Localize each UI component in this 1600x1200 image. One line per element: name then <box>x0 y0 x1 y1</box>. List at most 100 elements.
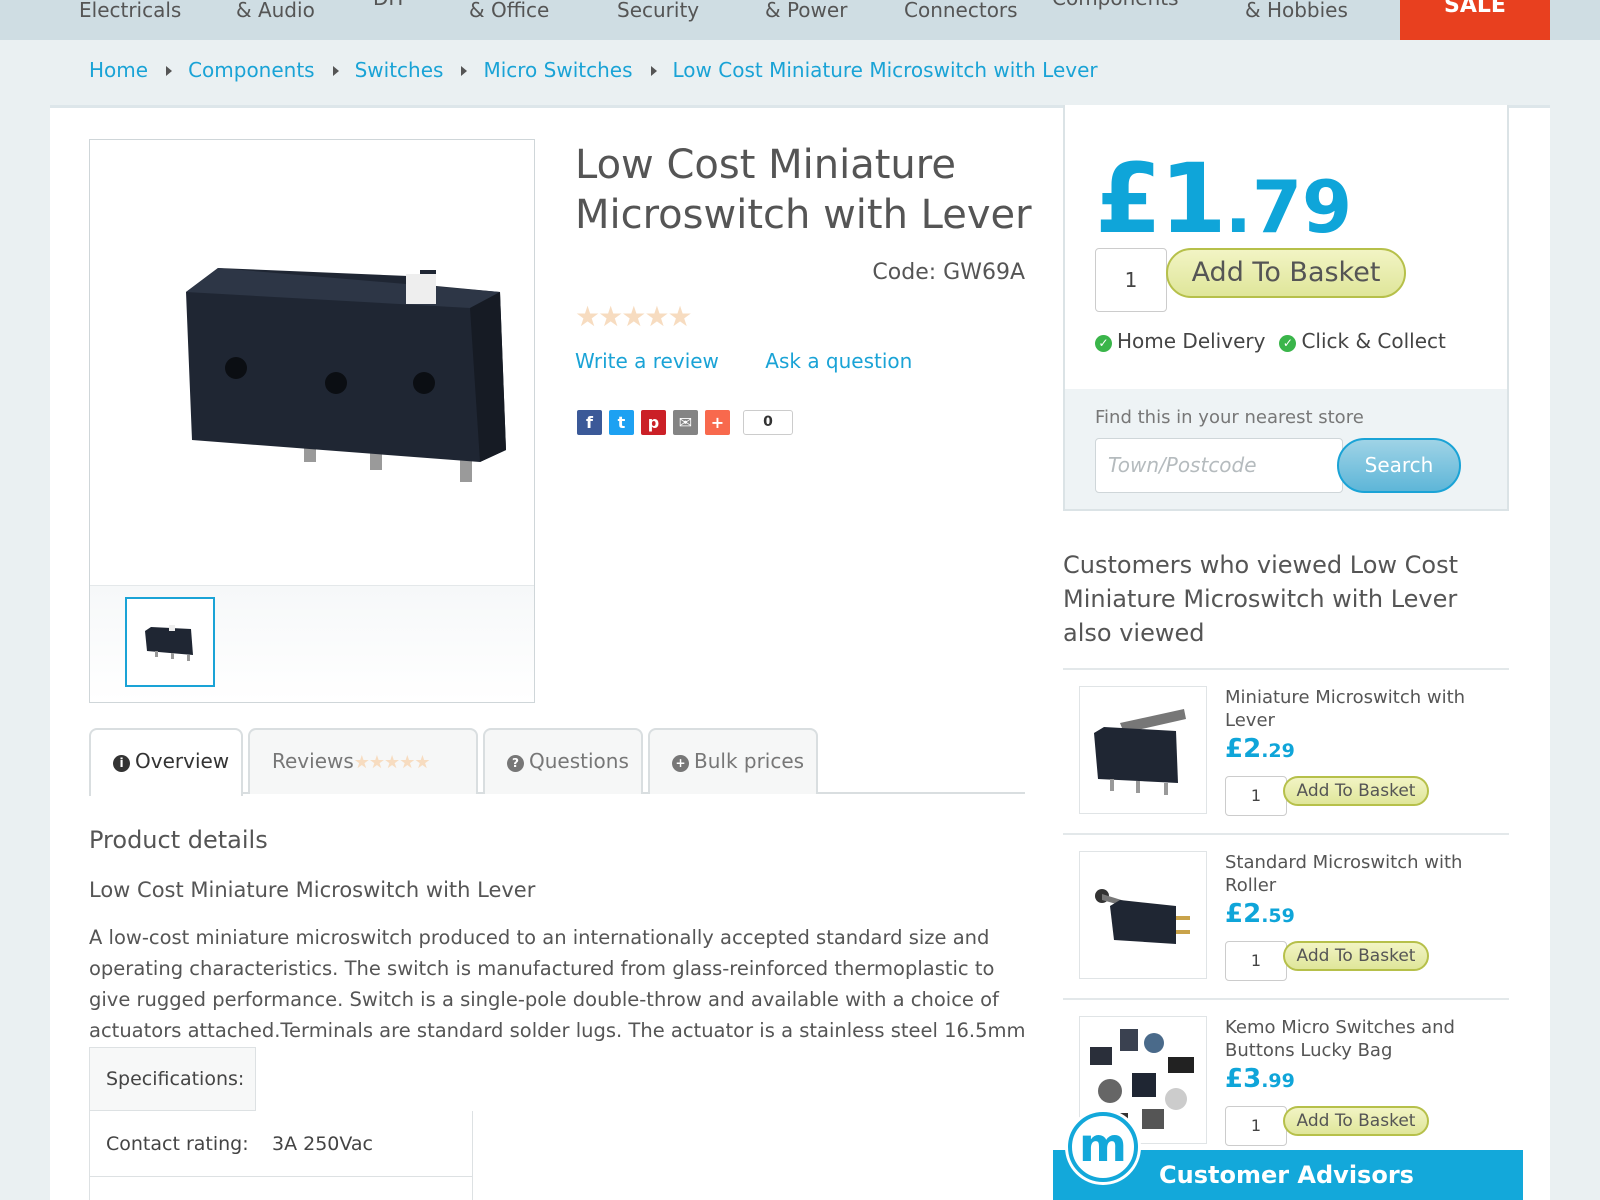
breadcrumb-components[interactable]: Components <box>188 58 315 82</box>
recommendation-price-pence: .99 <box>1261 1070 1295 1092</box>
nav-item-audio[interactable]: & Audio <box>236 0 315 22</box>
nav-item-connectors[interactable]: Connectors <box>904 0 1018 22</box>
recommendation-price: £2.29 <box>1225 734 1295 764</box>
recommendation-price-pence: .29 <box>1261 740 1295 762</box>
nav-item-diy[interactable]: DIY <box>373 0 407 10</box>
product-details-subtitle: Low Cost Miniature Microswitch with Leve… <box>89 878 536 902</box>
info-icon: i <box>113 755 130 772</box>
breadcrumb-current[interactable]: Low Cost Miniature Microswitch with Leve… <box>673 58 1098 82</box>
share-bar: f t p ✉ + 0 <box>577 410 793 435</box>
nav-item-components[interactable]: Components <box>1052 0 1179 10</box>
also-viewed-heading: Customers who viewed Low Cost Miniature … <box>1063 551 1459 647</box>
product-tabs: i Overview Reviews★★★★★ ? Questions + Bulk … <box>89 728 1025 796</box>
thumbnail-image <box>145 625 193 661</box>
nav-item-office[interactable]: & Office <box>469 0 549 22</box>
recommendation-price-pounds: £2 <box>1225 899 1262 929</box>
quantity-input[interactable]: 1 <box>1095 248 1167 312</box>
nav-item-hobbies[interactable]: & Hobbies <box>1245 0 1348 22</box>
thumbnail-strip <box>90 585 534 702</box>
recommendation-image[interactable] <box>1079 686 1207 814</box>
add-to-basket-button[interactable]: Add To Basket <box>1166 248 1406 298</box>
plus-circle-icon: + <box>672 755 689 772</box>
tab-overview-label: Overview <box>135 749 230 773</box>
recommendation-quantity-input[interactable]: 1 <box>1225 1106 1287 1146</box>
star-icon: ★ <box>644 300 669 333</box>
tab-questions-label: Questions <box>529 749 629 773</box>
nav-sale-button[interactable]: SALE <box>1400 0 1550 40</box>
product-image[interactable] <box>90 140 534 584</box>
price-pounds: £1 <box>1095 143 1227 255</box>
email-icon[interactable]: ✉ <box>673 410 698 435</box>
nav-item-electricals[interactable]: Electricals <box>79 0 181 22</box>
buy-box: £1.79 1 Add To Basket ✓ Home Delivery ✓ Cli… <box>1063 105 1509 511</box>
spec-row: Contact rating: 3A 250Vac <box>89 1111 473 1177</box>
recommendation-image[interactable] <box>1079 851 1207 979</box>
star-icon: ★ <box>575 300 600 333</box>
tab-reviews-label: Reviews <box>272 749 354 773</box>
check-icon: ✓ <box>1095 335 1112 352</box>
recommendation-add-button[interactable]: Add To Basket <box>1283 941 1429 971</box>
tab-overview[interactable]: i Overview <box>89 728 243 796</box>
recommendation-price-pounds: £2 <box>1225 734 1262 764</box>
twitter-icon[interactable]: t <box>609 410 634 435</box>
recommendation-name[interactable]: Miniature Microswitch with Lever <box>1225 686 1485 732</box>
recommendation-price: £2.59 <box>1225 899 1295 929</box>
product-code: Code: GW69A <box>872 260 1025 285</box>
click-collect-label: Click & Collect <box>1301 329 1446 353</box>
breadcrumb-separator-icon <box>650 65 657 76</box>
recommendation-item: Miniature Microswitch with Lever £2.29 1… <box>1063 668 1509 833</box>
tab-bulk-prices-label: Bulk prices <box>694 749 805 773</box>
advisors-logo[interactable]: m <box>1068 1112 1138 1182</box>
recommendation-add-button[interactable]: Add To Basket <box>1283 776 1429 806</box>
specifications-heading: Specifications: <box>89 1047 256 1111</box>
recommendation-name[interactable]: Kemo Micro Switches and Buttons Lucky Ba… <box>1225 1016 1485 1062</box>
share-count: 0 <box>743 410 793 435</box>
recommendation-price-pence: .59 <box>1261 905 1295 927</box>
recommendation-price-pounds: £3 <box>1225 1064 1262 1094</box>
nav-item-security[interactable]: Security <box>617 0 699 22</box>
breadcrumb-switches[interactable]: Switches <box>355 58 444 82</box>
breadcrumb-separator-icon <box>166 65 173 76</box>
product-price: £1.79 <box>1095 143 1352 255</box>
breadcrumb: Home Components Switches Micro Switches Low … <box>89 58 1098 82</box>
recommendation-add-button[interactable]: Add To Basket <box>1283 1106 1429 1136</box>
recommendation-quantity-input[interactable]: 1 <box>1225 941 1287 981</box>
store-finder: Find this in your nearest store Town/Pos… <box>1065 389 1507 509</box>
spec-row <box>89 1177 473 1200</box>
breadcrumb-separator-icon <box>332 65 339 76</box>
delivery-options: ✓ Home Delivery ✓ Click & Collect <box>1095 329 1446 353</box>
recommendation-quantity-input[interactable]: 1 <box>1225 776 1287 816</box>
breadcrumb-micro-switches[interactable]: Micro Switches <box>483 58 632 82</box>
breadcrumb-home[interactable]: Home <box>89 58 148 82</box>
facebook-icon[interactable]: f <box>577 410 602 435</box>
top-navigation: Electricals & Audio DIY & Office Securit… <box>0 0 1600 40</box>
store-search-button[interactable]: Search <box>1337 438 1461 493</box>
microswitch-graphic <box>186 268 506 482</box>
recommendation-price: £3.99 <box>1225 1064 1295 1094</box>
product-thumbnail[interactable] <box>125 597 215 687</box>
nav-item-power[interactable]: & Power <box>765 0 847 22</box>
tab-reviews[interactable]: Reviews★★★★★ <box>248 728 478 794</box>
ask-question-link[interactable]: Ask a question <box>765 349 912 373</box>
product-title: Low Cost Miniature Microswitch with Leve… <box>575 142 1032 238</box>
rating-stars[interactable]: ★★★★★ <box>575 300 693 333</box>
pinterest-icon[interactable]: p <box>641 410 666 435</box>
home-delivery-label: Home Delivery <box>1117 329 1266 353</box>
breadcrumb-separator-icon <box>461 65 468 76</box>
addthis-icon[interactable]: + <box>705 410 730 435</box>
recommendation-item: Standard Microswitch with Roller £2.59 1… <box>1063 833 1509 998</box>
product-details-heading: Product details <box>89 826 268 854</box>
spec-key: Contact rating: <box>106 1133 249 1155</box>
star-icon: ★ <box>621 300 646 333</box>
store-finder-label: Find this in your nearest store <box>1095 407 1364 428</box>
price-pence: .79 <box>1224 165 1353 249</box>
write-review-link[interactable]: Write a review <box>575 349 719 373</box>
question-icon: ? <box>507 755 524 772</box>
tab-bulk-prices[interactable]: + Bulk prices <box>648 728 818 794</box>
review-links: Write a review Ask a question <box>575 349 912 373</box>
recommendation-name[interactable]: Standard Microswitch with Roller <box>1225 851 1485 897</box>
spec-value: 3A 250Vac <box>272 1133 374 1155</box>
product-gallery <box>89 139 535 703</box>
tab-questions[interactable]: ? Questions <box>483 728 643 794</box>
town-postcode-input[interactable]: Town/Postcode <box>1095 438 1343 493</box>
